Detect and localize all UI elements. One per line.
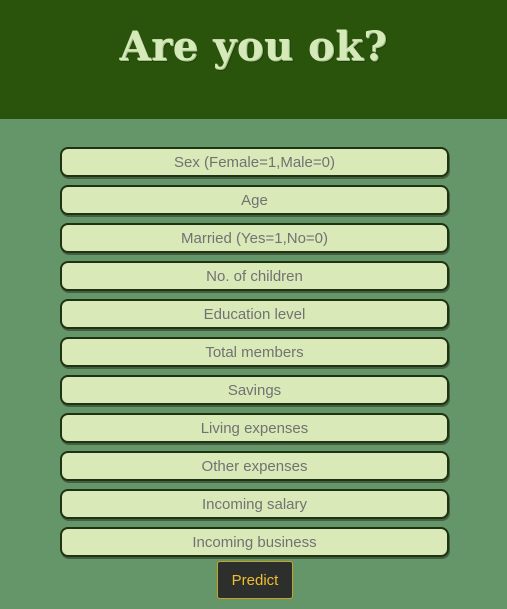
incoming-business-field[interactable]: [60, 527, 449, 557]
page-header: Are you ok?: [0, 0, 507, 119]
total-members-field[interactable]: [60, 337, 449, 367]
children-field[interactable]: [60, 261, 449, 291]
other-expenses-field[interactable]: [60, 451, 449, 481]
page-title: Are you ok?: [119, 23, 388, 70]
incoming-salary-field[interactable]: [60, 489, 449, 519]
age-field[interactable]: [60, 185, 449, 215]
married-field[interactable]: [60, 223, 449, 253]
sex-field[interactable]: [60, 147, 449, 177]
predict-button[interactable]: Predict: [217, 561, 293, 599]
prediction-form: [60, 147, 449, 565]
education-level-field[interactable]: [60, 299, 449, 329]
living-expenses-field[interactable]: [60, 413, 449, 443]
savings-field[interactable]: [60, 375, 449, 405]
